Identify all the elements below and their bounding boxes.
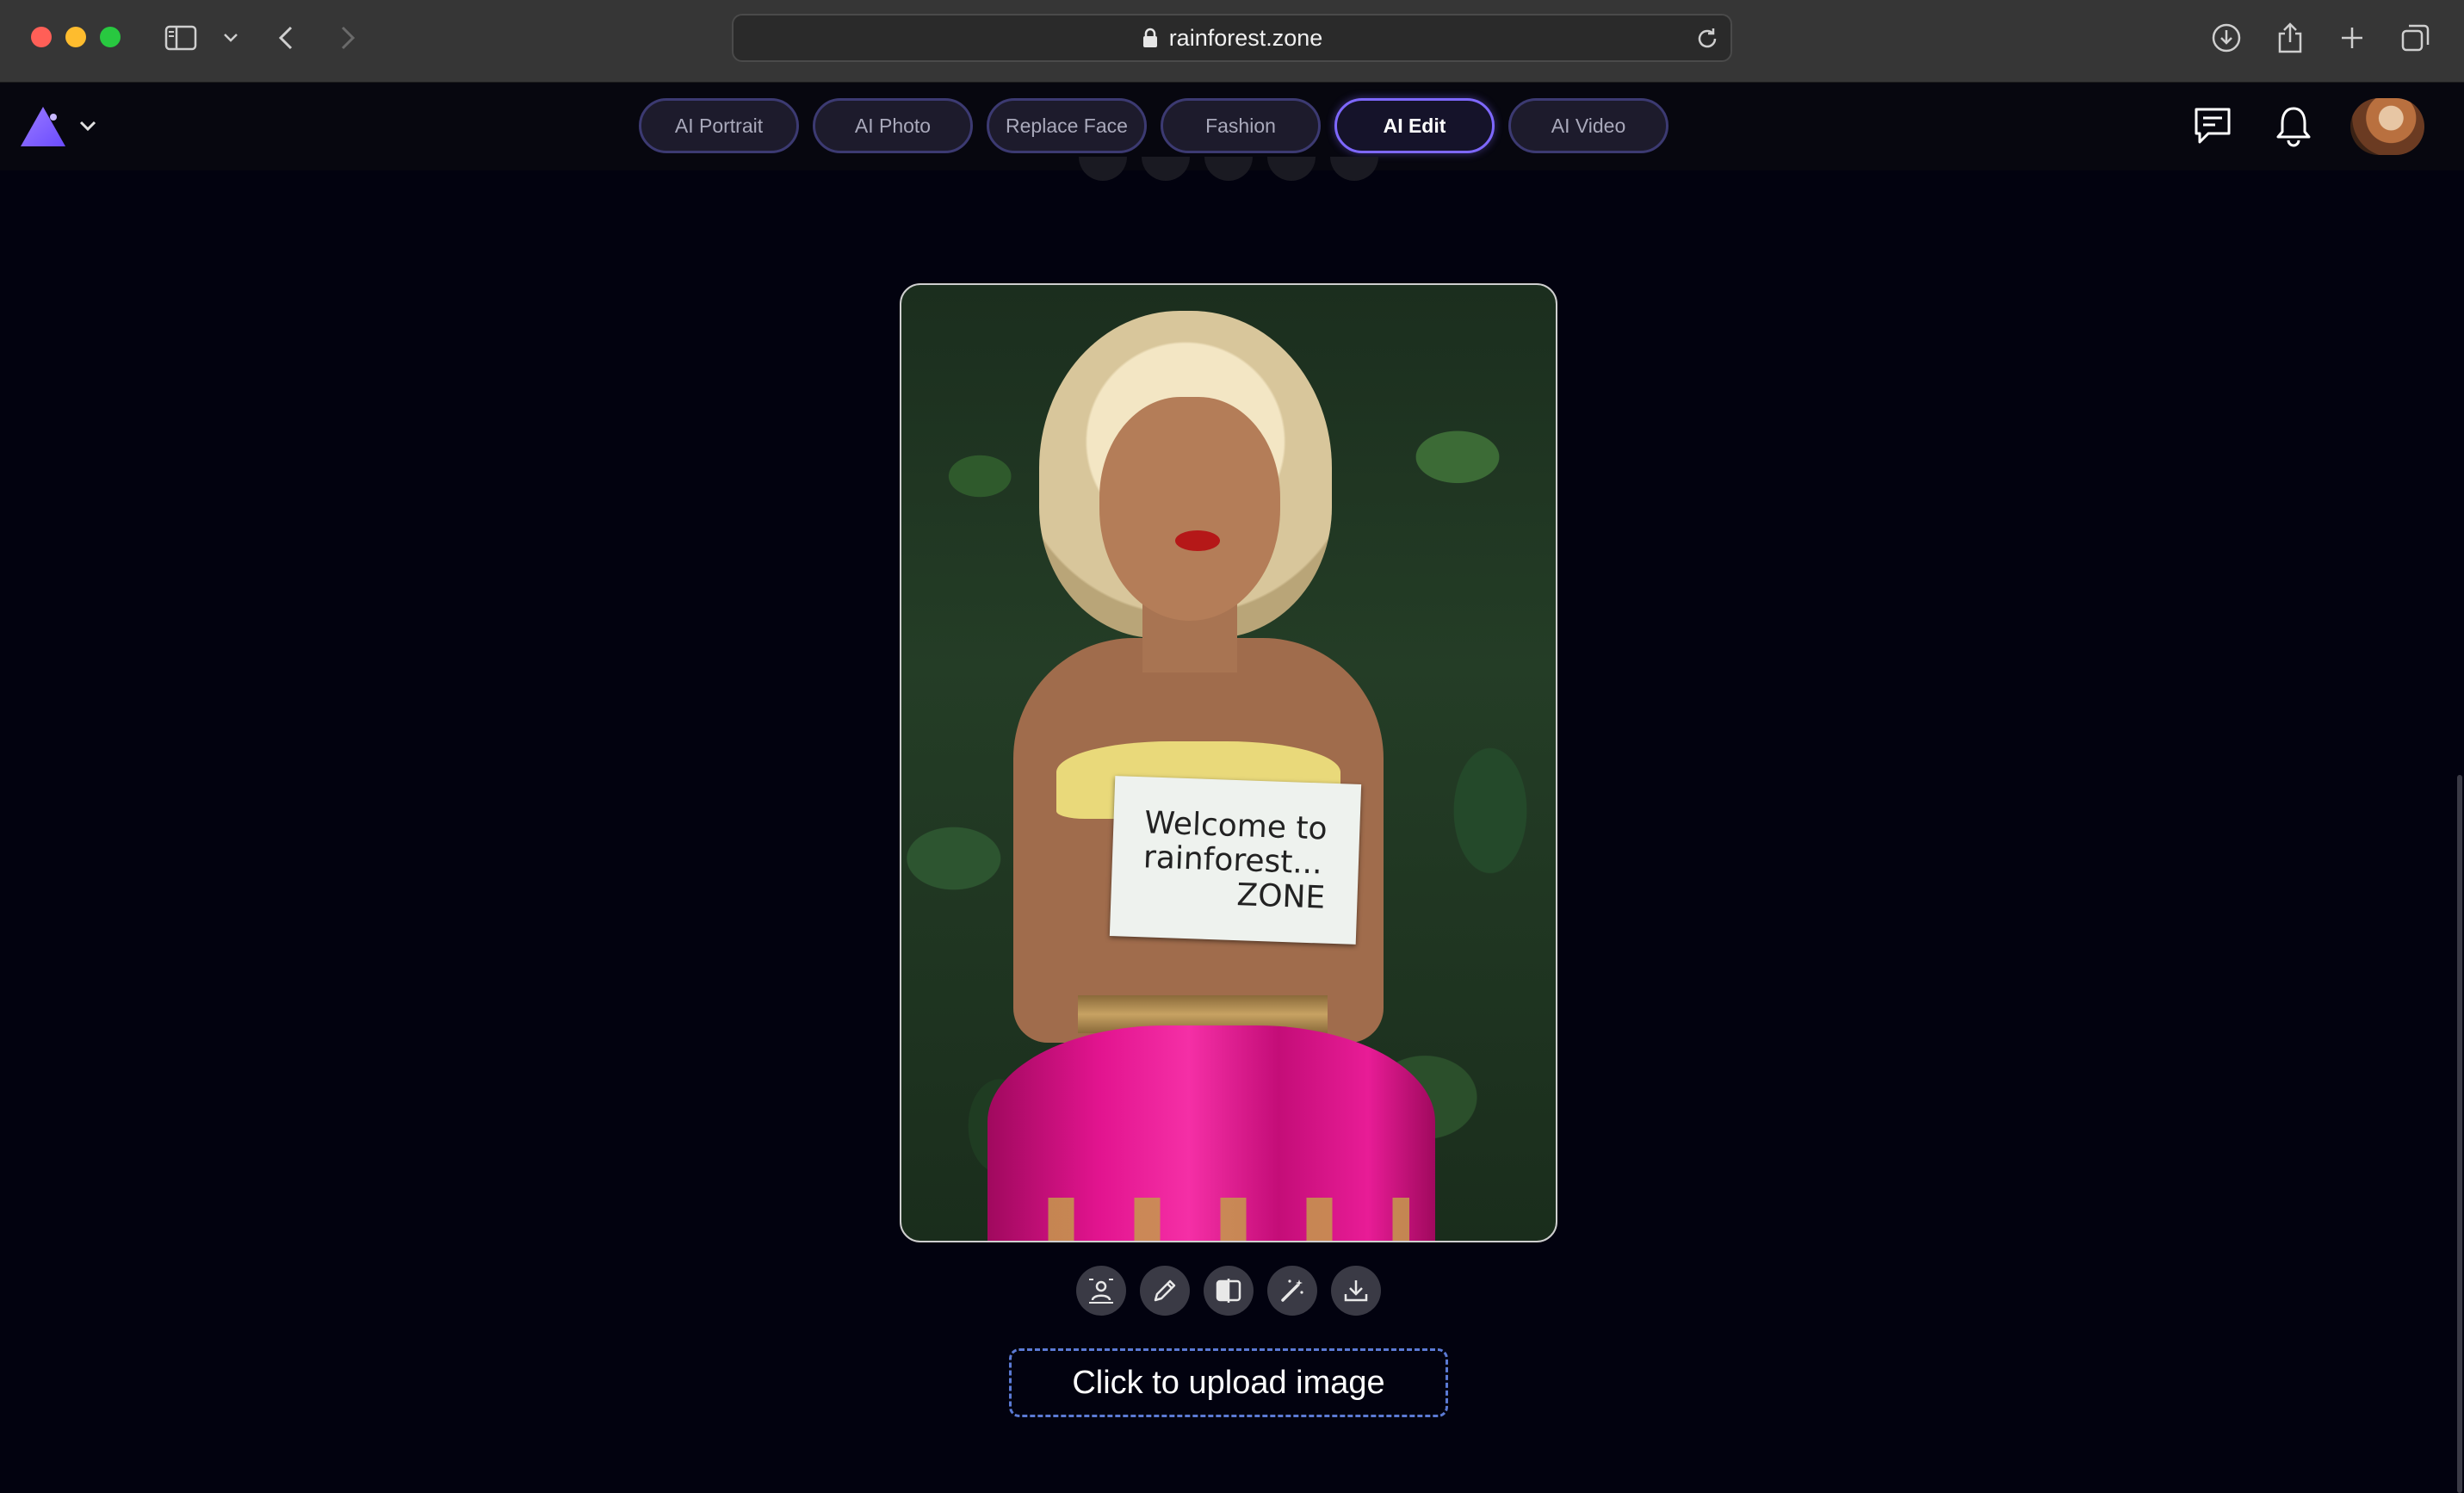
tab-ai-photo[interactable]: AI Photo xyxy=(813,98,973,153)
image-actions xyxy=(1076,1266,1381,1316)
app-logo-icon[interactable] xyxy=(19,103,67,150)
toolbar-peek-icon xyxy=(1079,157,1127,181)
forward-icon[interactable] xyxy=(329,19,367,57)
toolbar-peek-icon xyxy=(1142,157,1190,181)
image-lips xyxy=(1175,530,1220,551)
close-window-button[interactable] xyxy=(31,27,52,47)
compare-icon xyxy=(1216,1279,1241,1303)
image-sign: Welcome to rainforest... ZONE xyxy=(1109,776,1362,945)
sign-line-3: ZONE xyxy=(1235,877,1326,916)
toolbar-peek-icon xyxy=(1267,157,1316,181)
address-bar[interactable]: rainforest.zone xyxy=(732,14,1732,62)
magic-wand-icon xyxy=(1281,1279,1303,1302)
compare-button[interactable] xyxy=(1204,1266,1254,1316)
enhance-button[interactable] xyxy=(1267,1266,1317,1316)
download-button[interactable] xyxy=(1331,1266,1381,1316)
share-icon[interactable] xyxy=(2271,19,2309,57)
remove-background-icon xyxy=(1089,1279,1113,1304)
avatar[interactable] xyxy=(2350,98,2424,155)
mode-tabs: AI Portrait AI Photo Replace Face Fashio… xyxy=(639,98,1668,153)
pencil-icon xyxy=(1154,1279,1176,1302)
chevron-down-icon[interactable] xyxy=(212,19,250,57)
tab-ai-portrait[interactable]: AI Portrait xyxy=(639,98,799,153)
messages-icon[interactable] xyxy=(2189,102,2237,150)
new-tab-icon[interactable] xyxy=(2333,19,2371,57)
back-icon[interactable] xyxy=(267,19,305,57)
chevron-down-icon[interactable] xyxy=(76,114,100,138)
edit-button[interactable] xyxy=(1140,1266,1190,1316)
bell-icon[interactable] xyxy=(2269,102,2318,150)
toolbar-peek-icon xyxy=(1330,157,1378,181)
tab-ai-video[interactable]: AI Video xyxy=(1508,98,1668,153)
tab-replace-face[interactable]: Replace Face xyxy=(987,98,1147,153)
remove-background-button[interactable] xyxy=(1076,1266,1126,1316)
toolbar-peek-icon xyxy=(1204,157,1253,181)
image-embroidery xyxy=(1013,1198,1409,1241)
reload-icon[interactable] xyxy=(1694,26,1720,52)
sidebar-toggle-icon[interactable] xyxy=(162,19,200,57)
lock-icon xyxy=(1142,28,1157,47)
minimize-window-button[interactable] xyxy=(65,27,86,47)
scrollbar[interactable] xyxy=(2457,775,2462,1493)
tab-overview-icon[interactable] xyxy=(2397,19,2435,57)
url-text: rainforest.zone xyxy=(1168,24,1323,51)
browser-chrome: rainforest.zone xyxy=(0,0,2464,83)
tab-fashion[interactable]: Fashion xyxy=(1161,98,1321,153)
image-face xyxy=(1099,397,1280,621)
download-icon xyxy=(1344,1280,1368,1302)
tab-ai-edit[interactable]: AI Edit xyxy=(1334,98,1495,153)
downloads-icon[interactable] xyxy=(2207,19,2245,57)
upload-image-button[interactable]: Click to upload image xyxy=(1009,1348,1448,1417)
sign-line-2: rainforest... xyxy=(1142,839,1323,882)
generated-image[interactable]: Welcome to rainforest... ZONE xyxy=(900,283,1557,1242)
maximize-window-button[interactable] xyxy=(100,27,121,47)
